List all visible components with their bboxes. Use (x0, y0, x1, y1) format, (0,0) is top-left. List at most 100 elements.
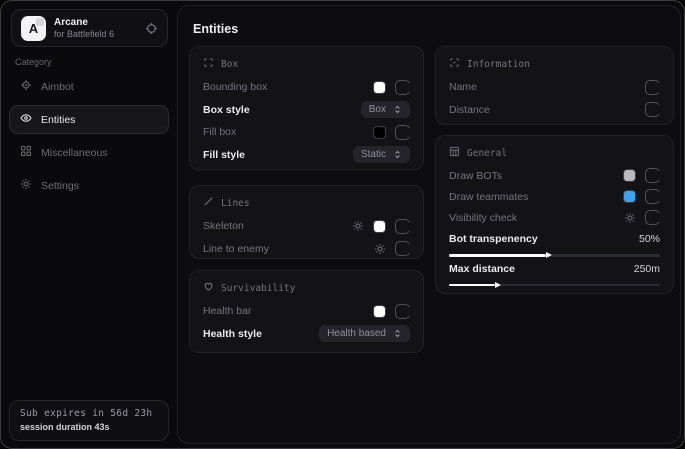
brand-subtitle: for Battlefield 6 (54, 29, 114, 40)
diagonal-line-icon (203, 196, 214, 210)
dropdown-value: Box (369, 104, 386, 115)
general-card-header: General (449, 146, 660, 160)
line-to-enemy-row: Line to enemy (203, 238, 410, 261)
draw-bots-checkbox[interactable] (645, 168, 660, 183)
card-title: General (467, 148, 507, 159)
chevron-up-down-icon (393, 329, 402, 338)
row-label: Skeleton (203, 220, 244, 232)
skeleton-checkbox[interactable] (395, 219, 410, 234)
session-duration-text: session duration 43s (20, 422, 158, 432)
line-to-enemy-settings-gear-icon[interactable] (374, 243, 386, 255)
eye-icon (20, 112, 32, 127)
app-window: A Arcane for Battlefield 6 Category (0, 0, 685, 449)
distance-checkbox[interactable] (645, 102, 660, 117)
page-title: Entities (193, 22, 238, 36)
card-title: Lines (221, 198, 250, 209)
brand-avatar: A (21, 16, 46, 41)
sidebar-item-entities[interactable]: Entities (9, 105, 169, 134)
row-label: Box style (203, 104, 250, 116)
slider-thumb[interactable] (495, 282, 501, 288)
bounding-box-row: Bounding box (203, 76, 410, 99)
draw-teammates-row: Draw teammates (449, 186, 660, 207)
row-label: Name (449, 81, 477, 93)
row-label: Health style (203, 328, 262, 340)
health-bar-color-swatch[interactable] (373, 305, 386, 318)
information-icon (449, 57, 460, 71)
sidebar-item-settings[interactable]: Settings (9, 171, 169, 200)
box-brackets-icon (203, 57, 214, 71)
row-label: Line to enemy (203, 243, 269, 255)
bot-transparency-group: Bot transpenency 50% (449, 233, 660, 257)
sidebar-nav: Aimbot Entities Miscellaneous (9, 72, 169, 200)
health-bar-checkbox[interactable] (395, 304, 410, 319)
card-title: Survivability (221, 283, 295, 294)
row-label: Visibility check (449, 212, 517, 224)
visibility-check-row: Visibility check (449, 207, 660, 228)
slider-thumb[interactable] (546, 252, 552, 258)
slider-value: 50% (639, 233, 660, 245)
fill-style-dropdown[interactable]: Static (353, 146, 410, 163)
sidebar-item-label: Settings (41, 180, 79, 192)
skeleton-row: Skeleton (203, 215, 410, 238)
main-panel: Entities Box Bounding box Box style (177, 5, 681, 444)
health-bar-row: Health bar (203, 300, 410, 323)
bounding-box-checkbox[interactable] (395, 80, 410, 95)
brand-avatar-letter: A (29, 21, 38, 36)
visibility-check-checkbox[interactable] (645, 210, 660, 225)
slider-label: Max distance (449, 263, 515, 275)
brand-text: Arcane for Battlefield 6 (54, 17, 114, 40)
sidebar-item-label: Entities (41, 114, 75, 126)
row-label: Fill style (203, 149, 245, 161)
max-distance-group: Max distance 250m (449, 263, 660, 287)
draw-bots-color-swatch[interactable] (623, 169, 636, 182)
draw-bots-row: Draw BOTs (449, 165, 660, 186)
box-style-dropdown[interactable]: Box (361, 101, 410, 118)
brand-card: A Arcane for Battlefield 6 (11, 9, 168, 47)
brand-name: Arcane (54, 17, 114, 29)
sidebar: A Arcane for Battlefield 6 Category (1, 1, 177, 448)
dropdown-value: Health based (327, 328, 386, 339)
skeleton-color-swatch[interactable] (373, 220, 386, 233)
survivability-card: Survivability Health bar Health style He… (189, 270, 424, 353)
row-label: Draw teammates (449, 191, 528, 203)
sidebar-item-miscellaneous[interactable]: Miscellaneous (9, 138, 169, 167)
gear-icon (20, 178, 32, 193)
row-label: Fill box (203, 126, 236, 138)
lines-card-header: Lines (203, 196, 410, 210)
distance-row: Distance (449, 99, 660, 122)
draw-teammates-checkbox[interactable] (645, 189, 660, 204)
name-row: Name (449, 76, 660, 99)
subscription-card: Sub expires in 56d 23h session duration … (9, 400, 169, 441)
card-title: Information (467, 59, 530, 70)
category-label: Category (15, 57, 52, 67)
box-card-header: Box (203, 57, 410, 71)
slider-value: 250m (634, 263, 660, 275)
heart-icon (203, 281, 214, 295)
line-to-enemy-checkbox[interactable] (395, 241, 410, 256)
information-card-header: Information (449, 57, 660, 71)
box-card: Box Bounding box Box style Box Fill box (189, 46, 424, 170)
skeleton-settings-gear-icon[interactable] (352, 220, 364, 232)
fill-style-row: Fill style Static (203, 144, 410, 167)
row-label: Draw BOTs (449, 170, 502, 182)
row-label: Bounding box (203, 81, 267, 93)
dropdown-value: Static (361, 149, 386, 160)
visibility-check-settings-gear-icon[interactable] (624, 212, 636, 224)
bounding-box-color-swatch[interactable] (373, 81, 386, 94)
fill-box-color-swatch[interactable] (373, 126, 386, 139)
sub-expiry-text: Sub expires in 56d 23h (20, 408, 158, 419)
health-style-dropdown[interactable]: Health based (319, 325, 410, 342)
name-checkbox[interactable] (645, 80, 660, 95)
chevron-up-down-icon (393, 150, 402, 159)
target-icon[interactable] (145, 22, 158, 35)
max-distance-slider[interactable] (449, 284, 660, 287)
survivability-card-header: Survivability (203, 281, 410, 295)
fill-box-checkbox[interactable] (395, 125, 410, 140)
health-style-row: Health style Health based (203, 323, 410, 346)
grid-icon (20, 145, 32, 160)
row-label: Distance (449, 104, 490, 116)
table-grid-icon (449, 146, 460, 160)
bot-transparency-slider[interactable] (449, 254, 660, 257)
sidebar-item-aimbot[interactable]: Aimbot (9, 72, 169, 101)
draw-teammates-color-swatch[interactable] (623, 190, 636, 203)
